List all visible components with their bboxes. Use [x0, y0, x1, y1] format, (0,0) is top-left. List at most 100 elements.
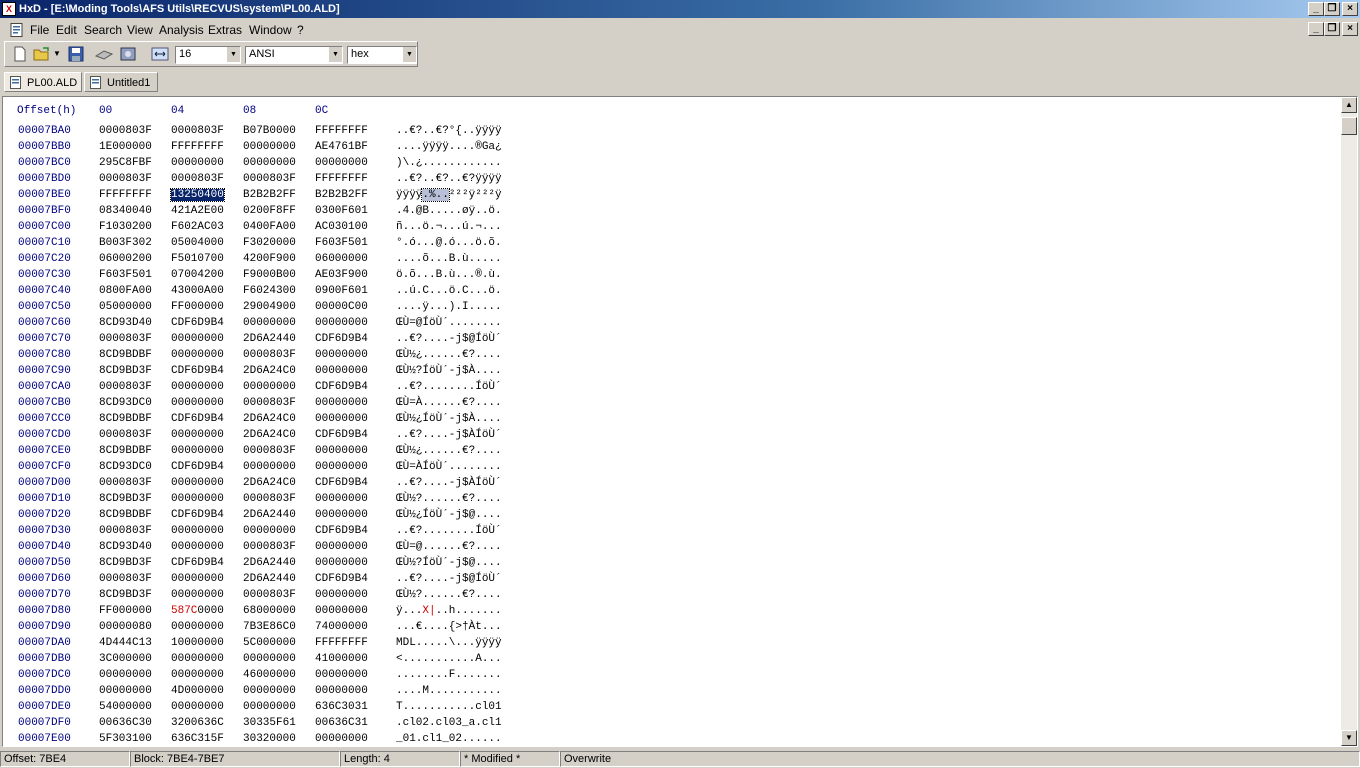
- vertical-scrollbar[interactable]: ▲ ▼: [1341, 97, 1357, 746]
- hex-group[interactable]: FFFFFFFF: [171, 139, 224, 155]
- hex-row[interactable]: 00007C00 F1030200 F602AC03 0400FA00 AC030100…: [3, 219, 1333, 235]
- ascii-text[interactable]: ŒÙ=@......€?....: [396, 539, 502, 555]
- ascii-text[interactable]: .cl02.cl03_a.cl1: [396, 715, 502, 731]
- doc-close-button[interactable]: ×: [1342, 22, 1358, 36]
- hex-group[interactable]: 00000000: [243, 683, 296, 699]
- hex-group[interactable]: 00000000: [171, 475, 224, 491]
- hex-group[interactable]: 00000000: [315, 539, 368, 555]
- hex-group[interactable]: 00000000: [315, 555, 368, 571]
- hex-group[interactable]: 1E000000: [99, 139, 152, 155]
- hex-group[interactable]: 00000000: [315, 395, 368, 411]
- ascii-text[interactable]: ..€?........ÍöÙ´: [396, 379, 502, 395]
- hex-group[interactable]: 00000000: [171, 587, 224, 603]
- hex-group[interactable]: CDF6D9B4: [171, 363, 224, 379]
- hex-group[interactable]: 00000000: [171, 395, 224, 411]
- hex-row[interactable]: 00007D10 8CD9BD3F 00000000 0000803F 00000000…: [3, 491, 1333, 507]
- hex-group[interactable]: 00000000: [171, 571, 224, 587]
- ascii-text[interactable]: <...........A...: [396, 651, 502, 667]
- document-icon[interactable]: [10, 23, 24, 37]
- hex-group[interactable]: 29004900: [243, 299, 296, 315]
- hex-group[interactable]: 0000803F: [99, 123, 152, 139]
- hex-group[interactable]: 2D6A2440: [243, 571, 296, 587]
- hex-group[interactable]: 2D6A24C0: [243, 411, 296, 427]
- hex-row[interactable]: 00007BE0 FFFFFFFF 13250400 B2B2B2FF B2B2B2FF…: [3, 187, 1333, 203]
- status-mode[interactable]: Overwrite: [560, 751, 1360, 767]
- ascii-text[interactable]: ..€?....-j$ÀÍöÙ´: [396, 475, 502, 491]
- hex-group[interactable]: 8CD9BD3F: [99, 363, 152, 379]
- bytes-per-row-select[interactable]: 16 ▼: [175, 46, 241, 64]
- hex-group[interactable]: 00000000: [315, 411, 368, 427]
- hex-group[interactable]: FFFFFFFF: [315, 123, 368, 139]
- hex-group[interactable]: CDF6D9B4: [315, 475, 368, 491]
- open-folder-icon[interactable]: [33, 46, 51, 62]
- hex-group[interactable]: 00000000: [171, 699, 224, 715]
- hex-group[interactable]: 8CD9BD3F: [99, 491, 152, 507]
- ascii-text[interactable]: ..ú.C...ö.C...ö.: [396, 283, 502, 299]
- hex-group[interactable]: 30320000: [243, 731, 296, 746]
- hex-group[interactable]: 4200F900: [243, 251, 296, 267]
- menu-analysis[interactable]: Analysis: [159, 23, 204, 37]
- hex-group[interactable]: 0200F8FF: [243, 203, 296, 219]
- hex-group[interactable]: 2D6A24C0: [243, 363, 296, 379]
- hex-group[interactable]: CDF6D9B4: [315, 523, 368, 539]
- ascii-text[interactable]: ....õ...B.ù.....: [396, 251, 502, 267]
- save-icon[interactable]: [67, 46, 85, 62]
- hex-row[interactable]: 00007C40 0800FA00 43000A00 F6024300 0900F601…: [3, 283, 1333, 299]
- ascii-text[interactable]: ŒÙ½?ÍöÙ´-j$@....: [396, 555, 502, 571]
- hex-group[interactable]: 00000000: [171, 331, 224, 347]
- hex-group[interactable]: 00000000: [315, 731, 368, 746]
- hex-group[interactable]: 00000000: [315, 507, 368, 523]
- hex-row[interactable]: 00007DB0 3C000000 00000000 00000000 41000000…: [3, 651, 1333, 667]
- ascii-text[interactable]: _01.cl1_02......: [396, 731, 502, 746]
- hex-row[interactable]: 00007D20 8CD9BDBF CDF6D9B4 2D6A2440 00000000…: [3, 507, 1333, 523]
- ascii-text[interactable]: ..€?....-j$ÀÍöÙ´: [396, 427, 502, 443]
- hex-row[interactable]: 00007D50 8CD9BD3F CDF6D9B4 2D6A2440 00000000…: [3, 555, 1333, 571]
- hex-group[interactable]: FFFFFFFF: [99, 187, 152, 203]
- hex-group[interactable]: 05004000: [171, 235, 224, 251]
- hex-group[interactable]: CDF6D9B4: [171, 411, 224, 427]
- hex-group[interactable]: 0000803F: [99, 571, 152, 587]
- hex-group[interactable]: CDF6D9B4: [315, 379, 368, 395]
- hex-row[interactable]: 00007DD0 00000000 4D000000 00000000 00000000…: [3, 683, 1333, 699]
- hex-group[interactable]: CDF6D9B4: [315, 331, 368, 347]
- hex-group[interactable]: 0900F601: [315, 283, 368, 299]
- hex-row[interactable]: 00007BA0 0000803F 0000803F B07B0000 FFFFFFFF…: [3, 123, 1333, 139]
- hxd-app-icon[interactable]: X: [2, 2, 16, 16]
- hex-group[interactable]: 00000000: [315, 315, 368, 331]
- hex-group[interactable]: 3C000000: [99, 651, 152, 667]
- scroll-up-icon[interactable]: ▲: [1341, 97, 1357, 113]
- hex-group[interactable]: AE03F900: [315, 267, 368, 283]
- hex-group[interactable]: 421A2E00: [171, 203, 224, 219]
- ascii-text[interactable]: ...€....{>†Àt...: [396, 619, 502, 635]
- hex-row[interactable]: 00007C90 8CD9BD3F CDF6D9B4 2D6A24C0 00000000…: [3, 363, 1333, 379]
- hex-group[interactable]: CDF6D9B4: [315, 427, 368, 443]
- hex-group[interactable]: 0000803F: [243, 171, 296, 187]
- hex-group[interactable]: 636C315F: [171, 731, 224, 746]
- ascii-text[interactable]: ŒÙ=À......€?....: [396, 395, 502, 411]
- hex-group[interactable]: 8CD9BDBF: [99, 347, 152, 363]
- hex-group[interactable]: 0000803F: [99, 475, 152, 491]
- hex-group[interactable]: 00000000: [315, 603, 368, 619]
- hex-group[interactable]: 00000000: [99, 683, 152, 699]
- hex-group[interactable]: 00000000: [171, 667, 224, 683]
- ascii-text[interactable]: ŒÙ½¿ÍöÙ´-j$À....: [396, 411, 502, 427]
- hex-group[interactable]: CDF6D9B4: [315, 571, 368, 587]
- ascii-text[interactable]: ..€?........ÍöÙ´: [396, 523, 502, 539]
- hex-group[interactable]: 00000000: [243, 155, 296, 171]
- hex-group[interactable]: 0800FA00: [99, 283, 152, 299]
- hex-group[interactable]: 00000000: [315, 683, 368, 699]
- hex-group[interactable]: 0000803F: [99, 523, 152, 539]
- hex-row[interactable]: 00007D90 00000080 00000000 7B3E86C0 74000000…: [3, 619, 1333, 635]
- tab-pl00-ald[interactable]: PL00.ALD: [4, 72, 82, 92]
- hex-row[interactable]: 00007BD0 0000803F 0000803F 0000803F FFFFFFFF…: [3, 171, 1333, 187]
- hex-group[interactable]: 2D6A2440: [243, 555, 296, 571]
- hex-group[interactable]: 00000000: [315, 459, 368, 475]
- hex-group[interactable]: 00000000: [171, 539, 224, 555]
- open-disk-icon[interactable]: [95, 46, 113, 62]
- ascii-text[interactable]: ....M...........: [396, 683, 502, 699]
- scroll-down-icon[interactable]: ▼: [1341, 730, 1357, 746]
- hex-group[interactable]: 0000803F: [243, 539, 296, 555]
- menu-help[interactable]: ?: [297, 23, 304, 37]
- hex-row[interactable]: 00007DA0 4D444C13 10000000 5C000000 FFFFFFFF…: [3, 635, 1333, 651]
- hex-group[interactable]: CDF6D9B4: [171, 315, 224, 331]
